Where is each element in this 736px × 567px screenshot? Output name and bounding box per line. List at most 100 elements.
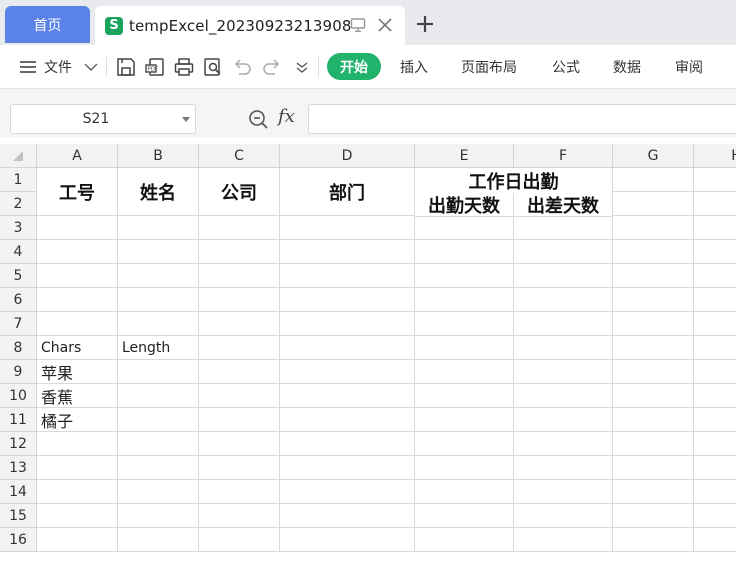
cell-e16[interactable] — [415, 528, 514, 552]
cell-d4[interactable] — [280, 240, 415, 264]
cell-h2[interactable] — [694, 192, 736, 216]
cell-c10[interactable] — [199, 384, 280, 408]
cell-f14[interactable] — [514, 480, 613, 504]
cell-h12[interactable] — [694, 432, 736, 456]
cell-a14[interactable] — [37, 480, 118, 504]
cell-c8[interactable] — [199, 336, 280, 360]
cell-e11[interactable] — [415, 408, 514, 432]
cell-b11[interactable] — [118, 408, 199, 432]
cell-e3[interactable] — [415, 216, 514, 240]
cell-e14[interactable] — [415, 480, 514, 504]
cell-b9[interactable] — [118, 360, 199, 384]
cell-c15[interactable] — [199, 504, 280, 528]
cell-e4[interactable] — [415, 240, 514, 264]
row-header-5[interactable]: 5 — [0, 264, 37, 288]
cell-c7[interactable] — [199, 312, 280, 336]
cell-b14[interactable] — [118, 480, 199, 504]
cell-f3[interactable] — [514, 216, 613, 240]
cell-h10[interactable] — [694, 384, 736, 408]
cell-e12[interactable] — [415, 432, 514, 456]
cell-d3[interactable] — [280, 216, 415, 240]
column-header-g[interactable]: G — [613, 144, 694, 168]
cell-g3[interactable] — [613, 216, 694, 240]
cell-h5[interactable] — [694, 264, 736, 288]
row-header-12[interactable]: 12 — [0, 432, 37, 456]
row-header-6[interactable]: 6 — [0, 288, 37, 312]
cell-b5[interactable] — [118, 264, 199, 288]
header-workday-attendance[interactable]: 工作日出勤 — [415, 168, 613, 194]
cell-d9[interactable] — [280, 360, 415, 384]
cell-d16[interactable] — [280, 528, 415, 552]
cell-g11[interactable] — [613, 408, 694, 432]
print-preview-icon[interactable] — [202, 56, 224, 78]
cell-c4[interactable] — [199, 240, 280, 264]
cell-b3[interactable] — [118, 216, 199, 240]
cell-a4[interactable] — [37, 240, 118, 264]
cell-g10[interactable] — [613, 384, 694, 408]
cell-f8[interactable] — [514, 336, 613, 360]
cell-d14[interactable] — [280, 480, 415, 504]
tab-data[interactable]: 数据 — [613, 45, 641, 89]
tab-review[interactable]: 审阅 — [675, 45, 703, 89]
header-employee-id[interactable]: 工号 — [37, 168, 118, 216]
cell-f11[interactable] — [514, 408, 613, 432]
cell-h15[interactable] — [694, 504, 736, 528]
name-box[interactable]: S21 — [10, 104, 196, 134]
hamburger-menu-icon[interactable] — [17, 56, 39, 78]
cell-c16[interactable] — [199, 528, 280, 552]
function-fx-button[interactable]: fx — [278, 106, 295, 127]
cell-g14[interactable] — [613, 480, 694, 504]
tab-formula[interactable]: 公式 — [552, 45, 580, 89]
row-header-8[interactable]: 8 — [0, 336, 37, 360]
cell-d11[interactable] — [280, 408, 415, 432]
cell-g6[interactable] — [613, 288, 694, 312]
tab-document[interactable]: S tempExcel_20230923213908 — [95, 6, 405, 45]
spreadsheet-grid[interactable]: ABCDEFGH12345678910111213141516工号姓名公司部门工… — [0, 144, 736, 567]
row-header-1[interactable]: 1 — [0, 168, 37, 192]
column-header-b[interactable]: B — [118, 144, 199, 168]
cell-a7[interactable] — [37, 312, 118, 336]
cell-g15[interactable] — [613, 504, 694, 528]
cell-b13[interactable] — [118, 456, 199, 480]
cell-d15[interactable] — [280, 504, 415, 528]
cell-g16[interactable] — [613, 528, 694, 552]
cell-g9[interactable] — [613, 360, 694, 384]
cell-e6[interactable] — [415, 288, 514, 312]
cell-e10[interactable] — [415, 384, 514, 408]
name-box-dropdown-icon[interactable] — [182, 117, 190, 123]
cell-f7[interactable] — [514, 312, 613, 336]
row-header-13[interactable]: 13 — [0, 456, 37, 480]
cell-h11[interactable] — [694, 408, 736, 432]
print-icon[interactable] — [173, 56, 195, 78]
cell-a5[interactable] — [37, 264, 118, 288]
cell-g7[interactable] — [613, 312, 694, 336]
header-department[interactable]: 部门 — [280, 168, 415, 216]
save-icon[interactable] — [115, 56, 137, 78]
close-tab-icon[interactable] — [376, 16, 394, 34]
cell-h3[interactable] — [694, 216, 736, 240]
cell-d10[interactable] — [280, 384, 415, 408]
cell-g12[interactable] — [613, 432, 694, 456]
cell-f10[interactable] — [514, 384, 613, 408]
cell-f9[interactable] — [514, 360, 613, 384]
cell-g2[interactable] — [613, 192, 694, 216]
cell-g8[interactable] — [613, 336, 694, 360]
cell-c12[interactable] — [199, 432, 280, 456]
header-business-trip-days[interactable]: 出差天数 — [514, 193, 613, 217]
cell-e5[interactable] — [415, 264, 514, 288]
cell-h4[interactable] — [694, 240, 736, 264]
new-tab-plus-icon[interactable] — [412, 11, 438, 37]
cell-h13[interactable] — [694, 456, 736, 480]
column-header-h[interactable]: H — [694, 144, 736, 168]
cell-b16[interactable] — [118, 528, 199, 552]
cell-c14[interactable] — [199, 480, 280, 504]
formula-input[interactable] — [308, 104, 736, 134]
cell-e7[interactable] — [415, 312, 514, 336]
cell-c13[interactable] — [199, 456, 280, 480]
cell-d13[interactable] — [280, 456, 415, 480]
cell-c11[interactable] — [199, 408, 280, 432]
cell-h9[interactable] — [694, 360, 736, 384]
row-header-2[interactable]: 2 — [0, 192, 37, 216]
tab-insert[interactable]: 插入 — [400, 45, 428, 89]
row-header-9[interactable]: 9 — [0, 360, 37, 384]
